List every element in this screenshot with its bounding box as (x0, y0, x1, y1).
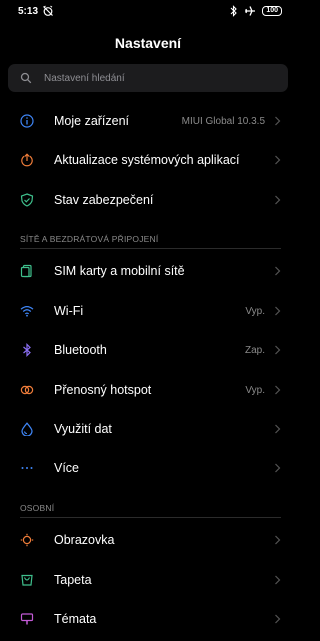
settings-item-data-usage[interactable]: Využití dat (0, 410, 296, 448)
chevron-right-icon (274, 535, 281, 545)
chevron-right-icon (274, 345, 281, 355)
chevron-right-icon (274, 463, 281, 473)
settings-item-sim[interactable]: SIM karty a mobilní sítě (0, 252, 296, 290)
search-input[interactable] (42, 71, 276, 85)
info-icon (20, 114, 34, 128)
settings-item-my-device[interactable]: Moje zařízení MIUI Global 10.3.5 (0, 102, 296, 140)
divider (20, 248, 281, 249)
wifi-icon (20, 304, 34, 318)
settings-item-wifi[interactable]: Wi-Fi Vyp. (0, 292, 296, 330)
search-bar[interactable] (8, 64, 288, 92)
item-label: SIM karty a mobilní sítě (54, 264, 185, 278)
update-icon (20, 153, 34, 167)
divider (20, 517, 281, 518)
themes-icon (20, 612, 34, 626)
airplane-mode-icon (244, 5, 256, 17)
settings-item-hotspot[interactable]: Přenosný hotspot Vyp. (0, 371, 296, 409)
item-label: Přenosný hotspot (54, 383, 152, 397)
item-value: Vyp. (245, 305, 265, 317)
settings-item-wallpaper[interactable]: Tapeta (0, 561, 296, 599)
chevron-right-icon (274, 306, 281, 316)
hotspot-icon (20, 383, 34, 397)
item-value: Zap. (244, 344, 265, 356)
item-value: MIUI Global 10.3.5 (181, 115, 265, 127)
item-value: Vyp. (245, 384, 265, 396)
chevron-right-icon (274, 614, 281, 624)
page-title: Nastavení (114, 35, 182, 51)
item-label: Stav zabezpečení (54, 193, 154, 207)
sim-icon (20, 264, 34, 278)
item-label: Bluetooth (54, 343, 107, 357)
search-icon (20, 72, 32, 84)
settings-item-app-updates[interactable]: Aktualizace systémových aplikací (0, 141, 296, 179)
alarm-off-icon (42, 5, 54, 17)
item-label: Wi-Fi (54, 304, 84, 318)
settings-item-more[interactable]: Více (0, 449, 296, 487)
chevron-right-icon (274, 424, 281, 434)
settings-item-display[interactable]: Obrazovka (0, 521, 296, 559)
shield-icon (20, 193, 34, 207)
battery-indicator: 100 (262, 6, 282, 16)
data-usage-icon (20, 422, 34, 436)
bluetooth-icon (20, 343, 34, 357)
chevron-right-icon (274, 266, 281, 276)
chevron-right-icon (274, 575, 281, 585)
settings-item-themes[interactable]: Témata (0, 600, 296, 638)
settings-item-bluetooth[interactable]: Bluetooth Zap. (0, 331, 296, 369)
more-dots-icon (20, 461, 34, 475)
section-header-personal: OSOBNÍ (20, 503, 55, 513)
settings-item-security-status[interactable]: Stav zabezpečení (0, 181, 296, 219)
wallpaper-icon (20, 573, 34, 587)
display-icon (20, 533, 34, 547)
item-label: Moje zařízení (54, 114, 130, 128)
item-label: Tapeta (54, 573, 92, 587)
item-label: Více (54, 461, 80, 475)
status-bar: 5:13 100 (0, 0, 296, 24)
item-label: Obrazovka (54, 533, 115, 547)
item-label: Aktualizace systémových aplikací (54, 153, 240, 167)
chevron-right-icon (274, 155, 281, 165)
item-label: Témata (54, 612, 97, 626)
section-header-network: SÍTĚ A BEZDRÁTOVÁ PŘIPOJENÍ (20, 234, 159, 244)
chevron-right-icon (274, 385, 281, 395)
item-label: Využití dat (54, 422, 112, 436)
status-time: 5:13 (18, 6, 39, 17)
status-icons: 100 (230, 5, 282, 17)
bluetooth-status-icon (230, 5, 238, 17)
chevron-right-icon (274, 195, 281, 205)
chevron-right-icon (274, 116, 281, 126)
